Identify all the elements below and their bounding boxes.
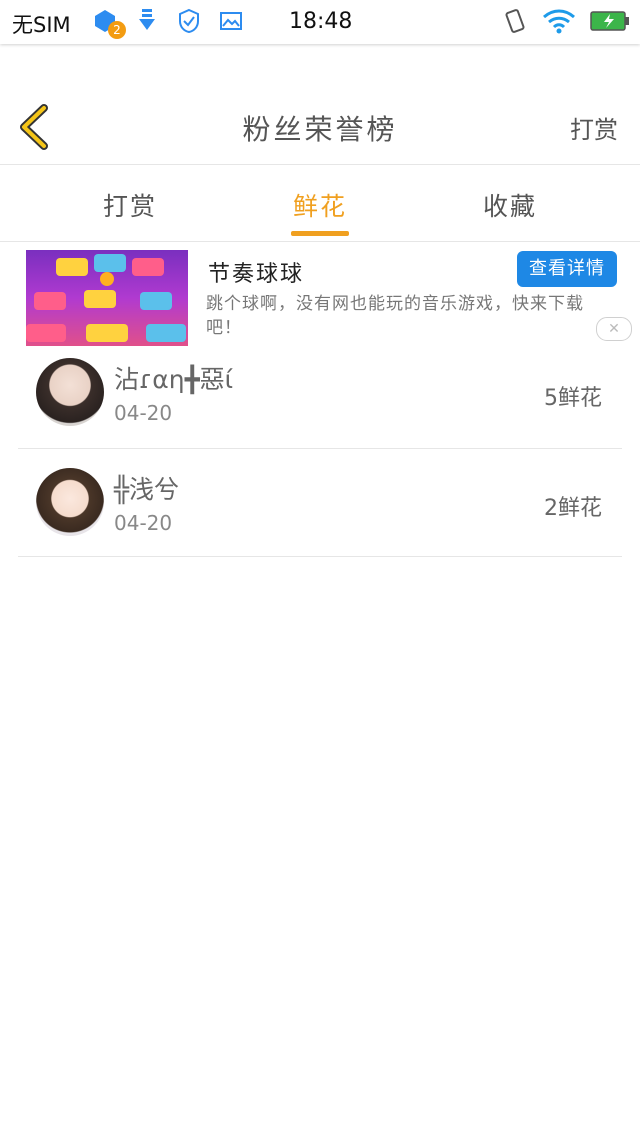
notification-icons: 2	[92, 8, 244, 39]
tab-bar: 打赏 鲜花 收藏	[0, 165, 640, 242]
list-item[interactable]: ╬浅兮 04-20 2鲜花	[18, 448, 622, 557]
ad-close-button[interactable]: ✕	[596, 317, 632, 341]
wifi-icon	[542, 8, 576, 38]
app-notification-icon: 2	[92, 8, 126, 39]
fan-name: 沾ɾαη╋惡ί	[114, 365, 234, 394]
fan-date: 04-20	[114, 511, 173, 535]
tab-reward[interactable]: 打赏	[70, 187, 190, 223]
shield-icon	[176, 8, 202, 34]
list-item[interactable]: 沾ɾαη╋惡ί 04-20 5鲜花	[18, 340, 622, 449]
page-title: 粉丝荣誉榜	[242, 113, 398, 146]
avatar	[36, 358, 104, 426]
active-tab-indicator	[291, 231, 349, 236]
system-icons	[502, 7, 630, 39]
tab-favorites[interactable]: 收藏	[450, 187, 570, 223]
clock: 18:48	[289, 9, 353, 34]
fan-date: 04-20	[114, 401, 173, 425]
page-header: 粉丝荣誉榜 打赏	[0, 88, 640, 165]
ad-image[interactable]	[26, 250, 188, 346]
ad-banner[interactable]: 节奏球球 跳个球啊，没有网也能玩的音乐游戏，快来下载吧！ 查看详情 ✕	[0, 242, 640, 346]
battery-icon	[590, 10, 630, 36]
vibrate-icon	[502, 7, 528, 39]
ad-description: 跳个球啊，没有网也能玩的音乐游戏，快来下载吧！	[206, 294, 584, 338]
flower-count: 5鲜花	[544, 386, 602, 411]
status-bar: 无SIM 2 18:48	[0, 0, 640, 44]
view-details-button[interactable]: 查看详情	[517, 251, 617, 287]
tab-flowers[interactable]: 鲜花	[260, 187, 380, 223]
image-icon	[218, 8, 244, 34]
download-icon	[134, 8, 160, 34]
ad-title: 节奏球球	[208, 262, 305, 287]
carrier-label: 无SIM	[12, 13, 71, 37]
avatar	[36, 468, 104, 536]
fan-name: ╬浅兮	[114, 475, 180, 504]
flower-count: 2鲜花	[544, 496, 602, 521]
notification-badge: 2	[108, 21, 126, 39]
reward-button[interactable]: 打赏	[570, 110, 618, 145]
